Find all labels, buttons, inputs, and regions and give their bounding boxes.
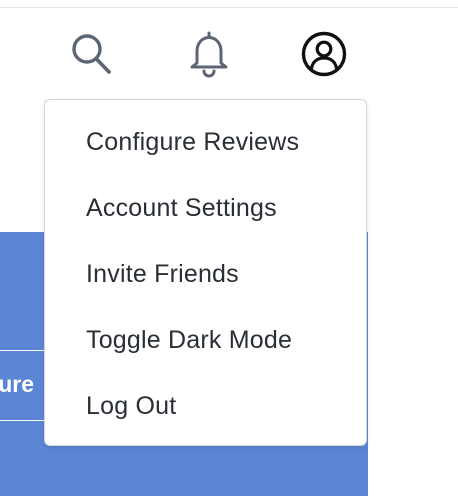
background-panel-button-label: ure (0, 371, 34, 397)
background-panel-button[interactable]: ure (0, 350, 44, 421)
account-dropdown-menu: Configure Reviews Account Settings Invit… (44, 99, 367, 446)
menu-item-account-settings[interactable]: Account Settings (45, 175, 366, 241)
notifications-button[interactable] (183, 28, 235, 80)
menu-item-invite-friends[interactable]: Invite Friends (45, 241, 366, 307)
menu-item-toggle-dark-mode[interactable]: Toggle Dark Mode (45, 307, 366, 373)
menu-item-configure-reviews[interactable]: Configure Reviews (45, 109, 366, 175)
top-divider (0, 7, 458, 8)
profile-button[interactable] (298, 28, 350, 80)
bell-icon (190, 31, 228, 78)
menu-item-log-out[interactable]: Log Out (45, 373, 366, 439)
search-button[interactable] (66, 28, 118, 80)
user-circle-icon (301, 31, 347, 77)
page: ure Configure Reviews Account Settings I… (0, 0, 458, 496)
search-icon (72, 34, 111, 74)
